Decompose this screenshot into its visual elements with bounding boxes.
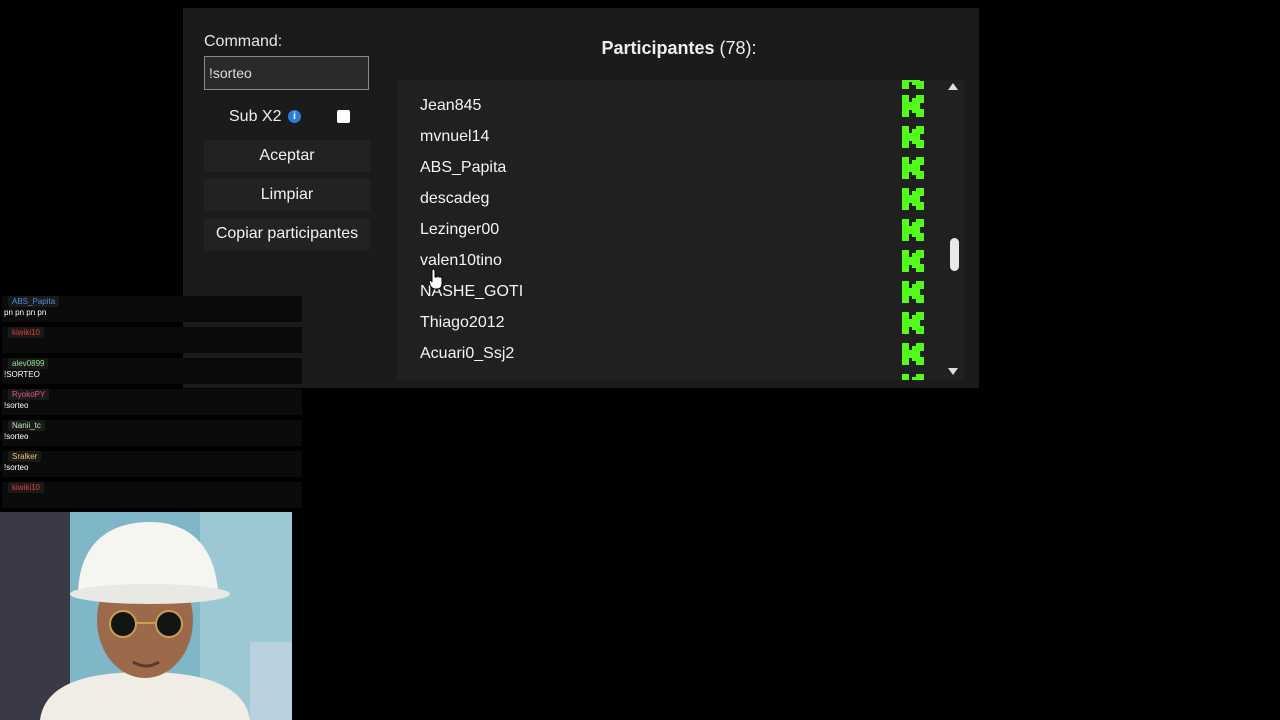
chat-message: kiwiki10 [2, 482, 302, 508]
kick-logo-icon [900, 155, 926, 181]
kick-logo-icon [900, 248, 926, 274]
kick-logo-icon [900, 341, 926, 367]
chat-username: RyokoPY [8, 389, 50, 400]
hand-cursor-icon [428, 268, 443, 290]
info-icon[interactable]: i [288, 110, 301, 123]
participant-name: Lezinger00 [420, 221, 500, 238]
chat-text: !sorteo [4, 463, 29, 472]
chat-text: !SORTEO [4, 370, 40, 379]
participants-count: (78): [719, 38, 757, 58]
kick-logo-icon [900, 310, 926, 336]
chat-message: kiwiki10 [2, 327, 302, 353]
chat-username: Nanii_tc [8, 420, 45, 431]
kick-logo-icon [900, 279, 926, 305]
participant-row: NASHE_GOTI [420, 277, 950, 308]
chat-text: pn pn pn pn [4, 308, 47, 317]
participant-row [420, 370, 950, 380]
chat-overlay: ABS_Papita pn pn pn pn kiwiki10 alev0899 !SO… [0, 274, 303, 508]
participant-row: descadeg [420, 184, 950, 215]
participant-name: Jean845 [420, 97, 482, 114]
chat-message: Sralker !sorteo [2, 451, 302, 477]
kick-logo-icon [900, 124, 926, 150]
participants-list[interactable]: Jean845 mvnuel14 ABS_Papita descadeg Lezinge… [397, 80, 964, 380]
chat-message: RyokoPY !sorteo [2, 389, 302, 415]
scroll-down-arrow-icon[interactable] [948, 368, 958, 375]
copy-participants-button[interactable]: Copiar participantes [204, 218, 370, 250]
chat-username: kiwiki10 [8, 327, 45, 338]
participant-name: Acuari0_Ssj2 [420, 345, 515, 362]
chat-message: Nanii_tc !sorteo [2, 420, 302, 446]
scrollbar-thumb[interactable] [950, 238, 959, 271]
participant-row: valen10tino [420, 246, 950, 277]
kick-logo-icon [900, 80, 926, 91]
scroll-up-arrow-icon[interactable] [948, 83, 958, 90]
webcam-feed [0, 512, 292, 720]
kick-logo-icon [900, 186, 926, 212]
chat-message: ABS_Papita pn pn pn pn [2, 296, 302, 322]
kick-logo-icon [900, 93, 926, 119]
participant-row: mvnuel14 [420, 122, 950, 153]
chat-username: alev0899 [8, 358, 49, 369]
chat-message: alev0899 !SORTEO [2, 358, 302, 384]
chat-username: ABS_Papita [8, 296, 60, 307]
participants-title-text: Participantes [601, 38, 715, 58]
command-input[interactable] [204, 56, 369, 90]
participant-name: Thiago2012 [420, 314, 505, 331]
subx2-label: Sub X2 [229, 108, 282, 125]
chat-username: Sralker [8, 451, 42, 462]
chat-text: !sorteo [4, 401, 29, 410]
accept-button[interactable]: Aceptar [204, 140, 370, 172]
kick-logo-icon [900, 372, 926, 380]
participant-row: Thiago2012 [420, 308, 950, 339]
command-label: Command: [204, 33, 283, 50]
chat-text: !sorteo [4, 432, 29, 441]
participant-name: mvnuel14 [420, 128, 490, 145]
kick-logo-icon [900, 217, 926, 243]
chat-username: kiwiki10 [8, 482, 45, 493]
participant-row: ABS_Papita [420, 153, 950, 184]
participant-row: Jean845 [420, 91, 950, 122]
participants-title: Participantes (78): [560, 38, 798, 59]
participant-name: ABS_Papita [420, 159, 507, 176]
clear-button[interactable]: Limpiar [204, 179, 370, 211]
participant-name: descadeg [420, 190, 490, 207]
participant-row: Lezinger00 [420, 215, 950, 246]
participant-row: Acuari0_Ssj2 [420, 339, 950, 370]
subx2-checkbox[interactable] [337, 110, 350, 123]
